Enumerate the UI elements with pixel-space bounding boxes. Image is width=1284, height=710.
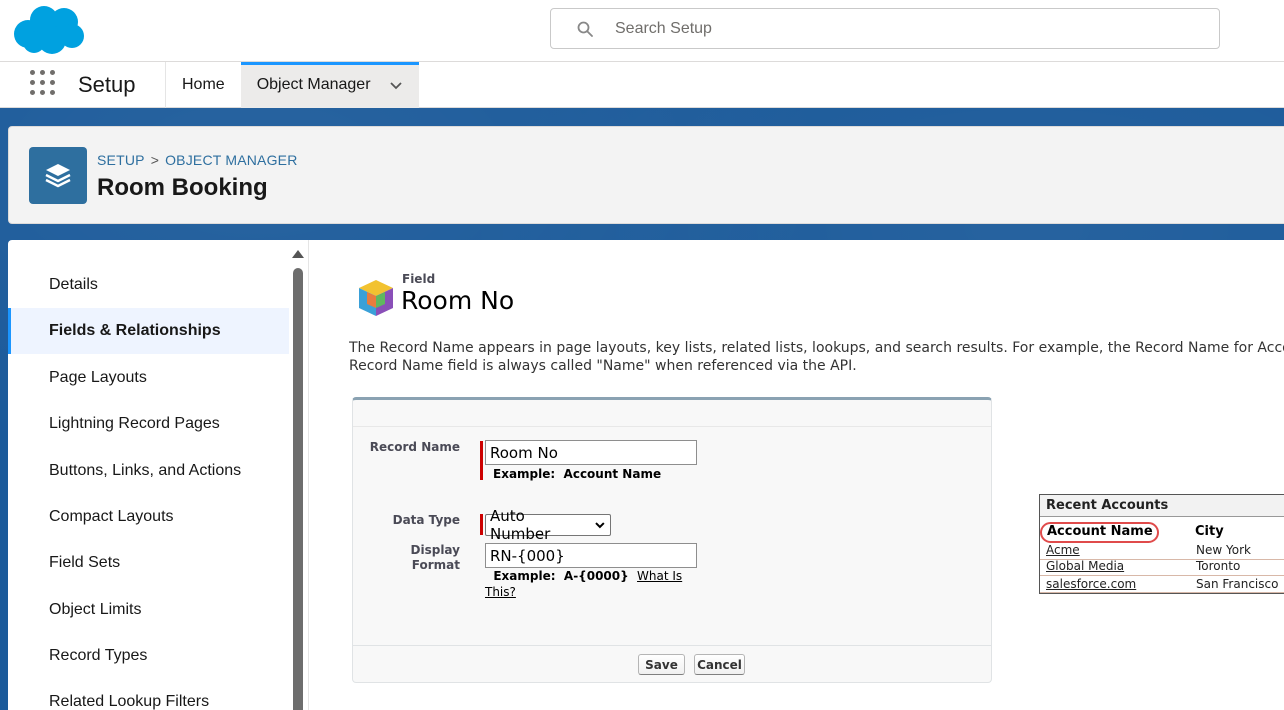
record-name-input[interactable] — [485, 440, 697, 465]
global-header — [0, 0, 1284, 62]
display-format-label-line-1: Display — [410, 543, 460, 557]
help-link-text-2: This? — [485, 585, 516, 599]
sidebar-item-fields-relationships[interactable]: Fields & Relationships — [8, 308, 289, 354]
nav-tabs: Home Object Manager — [165, 62, 419, 108]
field-name-heading: Room No — [401, 286, 515, 315]
sidebar-item-label: Related Lookup Filters — [49, 693, 210, 710]
chevron-down-icon[interactable] — [389, 78, 403, 92]
sidebar-item-label: Object Limits — [49, 601, 142, 618]
example-value: Account Name — [563, 467, 662, 481]
account-name-cell: Global Media — [1046, 559, 1125, 573]
cancel-button[interactable]: Cancel — [694, 654, 745, 675]
breadcrumb-setup-link[interactable]: SETUP — [97, 152, 145, 168]
description-line-1: The Record Name appears in page layouts,… — [349, 340, 1284, 356]
layers-icon — [29, 147, 87, 204]
sidebar-item-label: Fields & Relationships — [49, 322, 221, 339]
save-button[interactable]: Save — [638, 654, 685, 675]
example-value: A-{0000} — [563, 569, 629, 583]
field-type-label: Field — [402, 272, 436, 286]
sidebar-item-page-layouts[interactable]: Page Layouts — [8, 355, 289, 401]
city-cell: San Francisco — [1196, 577, 1279, 591]
search-icon — [577, 21, 593, 37]
breadcrumb-separator: > — [150, 152, 160, 168]
record-name-example: Example: Account Name — [493, 466, 713, 482]
form-button-divider — [353, 645, 991, 646]
tab-object-manager[interactable]: Object Manager — [240, 62, 419, 108]
data-type-selected-value: Auto Number — [490, 507, 551, 543]
sidebar-item-label: Buttons, Links, and Actions — [49, 462, 242, 479]
app-name: Setup — [78, 72, 136, 97]
chevron-down-icon — [595, 522, 605, 529]
description-line-2: Record Name field is always called "Name… — [349, 358, 857, 374]
display-format-label-line-2: Format — [411, 558, 460, 572]
column-header-city: City — [1195, 524, 1224, 539]
record-name-description: The Record Name appears in page layouts,… — [349, 339, 1284, 375]
breadcrumb: SETUP > OBJECT MANAGER — [97, 152, 298, 168]
page-title: Room Booking — [97, 174, 268, 201]
object-sidebar: Details Fields & Relationships Page Layo… — [8, 240, 290, 710]
data-type-label: Data Type — [392, 513, 460, 527]
account-name-cell: Acme — [1046, 543, 1080, 557]
row-divider — [1040, 575, 1284, 576]
example-prefix: Example: — [493, 467, 556, 481]
search-input[interactable] — [615, 17, 1195, 41]
help-link-text-1: What Is — [637, 569, 683, 583]
sidebar-item-label: Field Sets — [49, 554, 121, 571]
tab-label: Object Manager — [256, 76, 371, 93]
sidebar-item-label: Details — [49, 276, 98, 293]
setup-search-box[interactable] — [550, 8, 1220, 49]
city-cell: New York — [1196, 543, 1251, 557]
field-cube-icon — [359, 280, 393, 316]
data-type-select[interactable]: Auto Number — [485, 507, 611, 543]
recent-accounts-title: Recent Accounts — [1040, 495, 1284, 517]
app-launcher-grid-icon[interactable] — [30, 70, 58, 98]
city-cell: Toronto — [1196, 559, 1241, 573]
sidebar-item-label: Compact Layouts — [49, 508, 174, 525]
tab-home[interactable]: Home — [166, 62, 241, 108]
scroll-up-arrow-icon[interactable] — [292, 248, 304, 262]
salesforce-logo[interactable] — [12, 4, 86, 56]
display-format-input[interactable] — [485, 543, 697, 568]
app-nav-bar: Setup Home Object Manager — [0, 62, 1284, 108]
sidebar-item-buttons-links-actions[interactable]: Buttons, Links, and Actions — [8, 448, 289, 494]
row-divider — [1040, 592, 1284, 593]
required-indicator — [480, 441, 483, 480]
sidebar-scrollbar[interactable] — [292, 248, 304, 710]
record-name-label: Record Name — [369, 440, 460, 454]
form-top-bar — [353, 400, 991, 427]
recent-accounts-example-image: Recent Accounts Account Name City Acme N… — [1039, 494, 1284, 594]
sidebar-item-record-types[interactable]: Record Types — [8, 633, 289, 679]
display-format-example: Example: A-{0000} What Is This? — [485, 568, 695, 600]
sidebar-item-compact-layouts[interactable]: Compact Layouts — [8, 494, 289, 540]
object-header: SETUP > OBJECT MANAGER Room Booking — [8, 126, 1284, 224]
sidebar-item-field-sets[interactable]: Field Sets — [8, 540, 289, 586]
display-format-label: Display Format — [352, 543, 460, 573]
row-divider — [1040, 559, 1284, 560]
account-name-highlight-circle — [1040, 522, 1159, 543]
sidebar-item-label: Lightning Record Pages — [49, 415, 220, 432]
sidebar-item-object-limits[interactable]: Object Limits — [8, 587, 289, 633]
panel-divider — [308, 240, 309, 710]
scrollbar-thumb[interactable] — [293, 268, 303, 710]
account-name-cell: salesforce.com — [1046, 577, 1137, 591]
example-prefix: Example: — [493, 569, 556, 583]
required-indicator — [480, 514, 483, 535]
sidebar-item-label: Record Types — [49, 647, 148, 664]
sidebar-item-details[interactable]: Details — [8, 262, 289, 308]
sidebar-item-related-lookup-filters[interactable]: Related Lookup Filters — [8, 679, 289, 710]
tab-label: Home — [182, 76, 225, 93]
breadcrumb-object-manager-link[interactable]: OBJECT MANAGER — [165, 152, 297, 168]
sidebar-item-lightning-record-pages[interactable]: Lightning Record Pages — [8, 401, 289, 447]
sidebar-item-label: Page Layouts — [49, 369, 147, 386]
